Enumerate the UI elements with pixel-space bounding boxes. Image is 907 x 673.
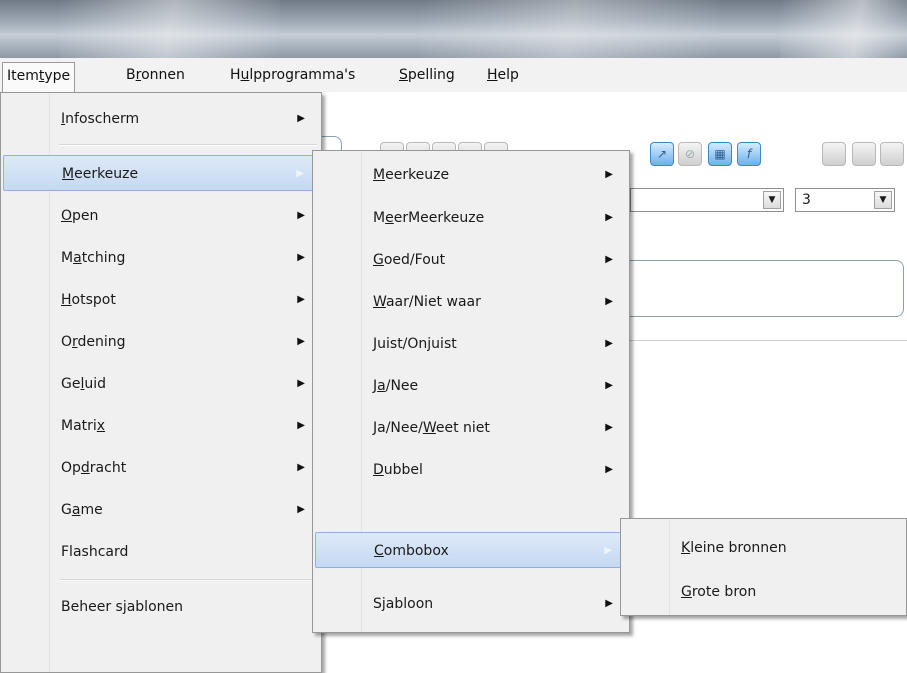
triangle-right-icon: ▶ (605, 212, 613, 223)
menu-help[interactable]: Help (483, 62, 523, 88)
table-icon[interactable]: ▦ (708, 142, 732, 166)
menu-item-waar-niet-waar[interactable]: Waar/Niet waar ▶ (315, 284, 627, 320)
triangle-right-icon: ▶ (605, 464, 613, 475)
menu-item-beheer-sjablonen[interactable]: Beheer sjablonen (3, 589, 319, 625)
triangle-right-icon: ▶ (605, 598, 613, 609)
menu-bronnen[interactable]: Bronnen (122, 62, 189, 88)
itemtype-menu: Infoscherm ▶ Meerkeuze ▶ Open ▶ Matching ▶ H… (0, 92, 322, 673)
menu-item-kleine-bronnen[interactable]: Kleine bronnen (623, 530, 904, 566)
triangle-right-icon: ▶ (604, 545, 612, 556)
menu-item-goed-fout[interactable]: Goed/Fout ▶ (315, 242, 627, 278)
triangle-right-icon: ▶ (297, 378, 305, 389)
dropdown-select[interactable]: ▼ (630, 188, 784, 212)
menu-item-game[interactable]: Game ▶ (3, 492, 319, 528)
menu-item-meermeerkeuze[interactable]: MeerMeerkeuze ▶ (315, 200, 627, 236)
menu-itemtype[interactable]: Itemtype (2, 62, 76, 92)
menu-item-open[interactable]: Open ▶ (3, 198, 319, 234)
number-select-value: 3 (802, 192, 811, 208)
menu-item-meerkeuze-sub[interactable]: Meerkeuze ▶ (315, 157, 627, 193)
triangle-right-icon: ▶ (605, 380, 613, 391)
triangle-right-icon: ▶ (297, 252, 305, 263)
menu-item-grote-bron[interactable]: Grote bron (623, 574, 904, 610)
menu-item-infoscherm[interactable]: Infoscherm ▶ (3, 101, 319, 137)
triangle-right-icon: ▶ (297, 210, 305, 221)
menu-spelling[interactable]: Spelling (395, 62, 459, 88)
triangle-right-icon: ▶ (297, 336, 305, 347)
menu-item-ordening[interactable]: Ordening ▶ (3, 324, 319, 360)
menu-bar: Itemtype Bronnen Hulpprogramma's Spellin… (0, 58, 907, 93)
menu-item-matrix[interactable]: Matrix ▶ (3, 408, 319, 444)
triangle-right-icon: ▶ (605, 254, 613, 265)
menu-item-ja-nee[interactable]: Ja/Nee ▶ (315, 368, 627, 404)
menu-item-matching[interactable]: Matching ▶ (3, 240, 319, 276)
menu-item-juist-onjuist[interactable]: Juist/Onjuist ▶ (315, 326, 627, 362)
menu-separator (59, 144, 317, 146)
menu-separator (59, 579, 317, 581)
menu-item-sjabloon[interactable]: Sjabloon ▶ (315, 586, 627, 622)
divider (630, 340, 907, 341)
triangle-right-icon: ▶ (605, 422, 613, 433)
window-title-bar (0, 0, 907, 58)
triangle-right-icon: ▶ (296, 168, 304, 179)
text-input-box[interactable] (612, 260, 904, 317)
chart-icon[interactable]: ↗ (650, 142, 674, 166)
combobox-submenu: Kleine bronnen Grote bron (620, 518, 907, 616)
title-bar-glare (420, 0, 720, 58)
chevron-down-icon[interactable]: ▼ (763, 191, 781, 209)
triangle-right-icon: ▶ (605, 169, 613, 180)
toolbar-button-icon[interactable] (822, 142, 846, 166)
toolbar-button-icon[interactable] (852, 142, 876, 166)
menu-item-opdracht[interactable]: Opdracht ▶ (3, 450, 319, 486)
meerkeuze-submenu: Meerkeuze ▶ MeerMeerkeuze ▶ Goed/Fout ▶ Waa… (312, 150, 630, 633)
number-select[interactable]: 3 ▼ (795, 188, 895, 212)
chevron-down-icon[interactable]: ▼ (874, 191, 892, 209)
toolbar-button-icon[interactable] (880, 142, 904, 166)
title-bar-glare (60, 0, 280, 58)
triangle-right-icon: ▶ (297, 504, 305, 515)
triangle-right-icon: ▶ (297, 462, 305, 473)
triangle-right-icon: ▶ (297, 113, 305, 124)
menu-item-geluid[interactable]: Geluid ▶ (3, 366, 319, 402)
triangle-right-icon: ▶ (297, 294, 305, 305)
menu-item-ja-nee-weet-niet[interactable]: Ja/Nee/Weet niet ▶ (315, 410, 627, 446)
menu-item-combobox[interactable]: Combobox ▶ (315, 532, 627, 568)
disabled-icon[interactable]: ⊘ (678, 142, 702, 166)
triangle-right-icon: ▶ (297, 420, 305, 431)
menu-item-flashcard[interactable]: Flashcard (3, 534, 319, 570)
menu-item-hotspot[interactable]: Hotspot ▶ (3, 282, 319, 318)
menu-hulpprogrammas[interactable]: Hulpprogramma's (226, 62, 359, 88)
triangle-right-icon: ▶ (605, 338, 613, 349)
triangle-right-icon: ▶ (605, 296, 613, 307)
menu-item-dubbel[interactable]: Dubbel ▶ (315, 452, 627, 488)
menu-item-meerkeuze[interactable]: Meerkeuze ▶ (3, 155, 319, 191)
formula-icon[interactable]: f (737, 142, 761, 166)
title-bar-glare (780, 0, 907, 58)
